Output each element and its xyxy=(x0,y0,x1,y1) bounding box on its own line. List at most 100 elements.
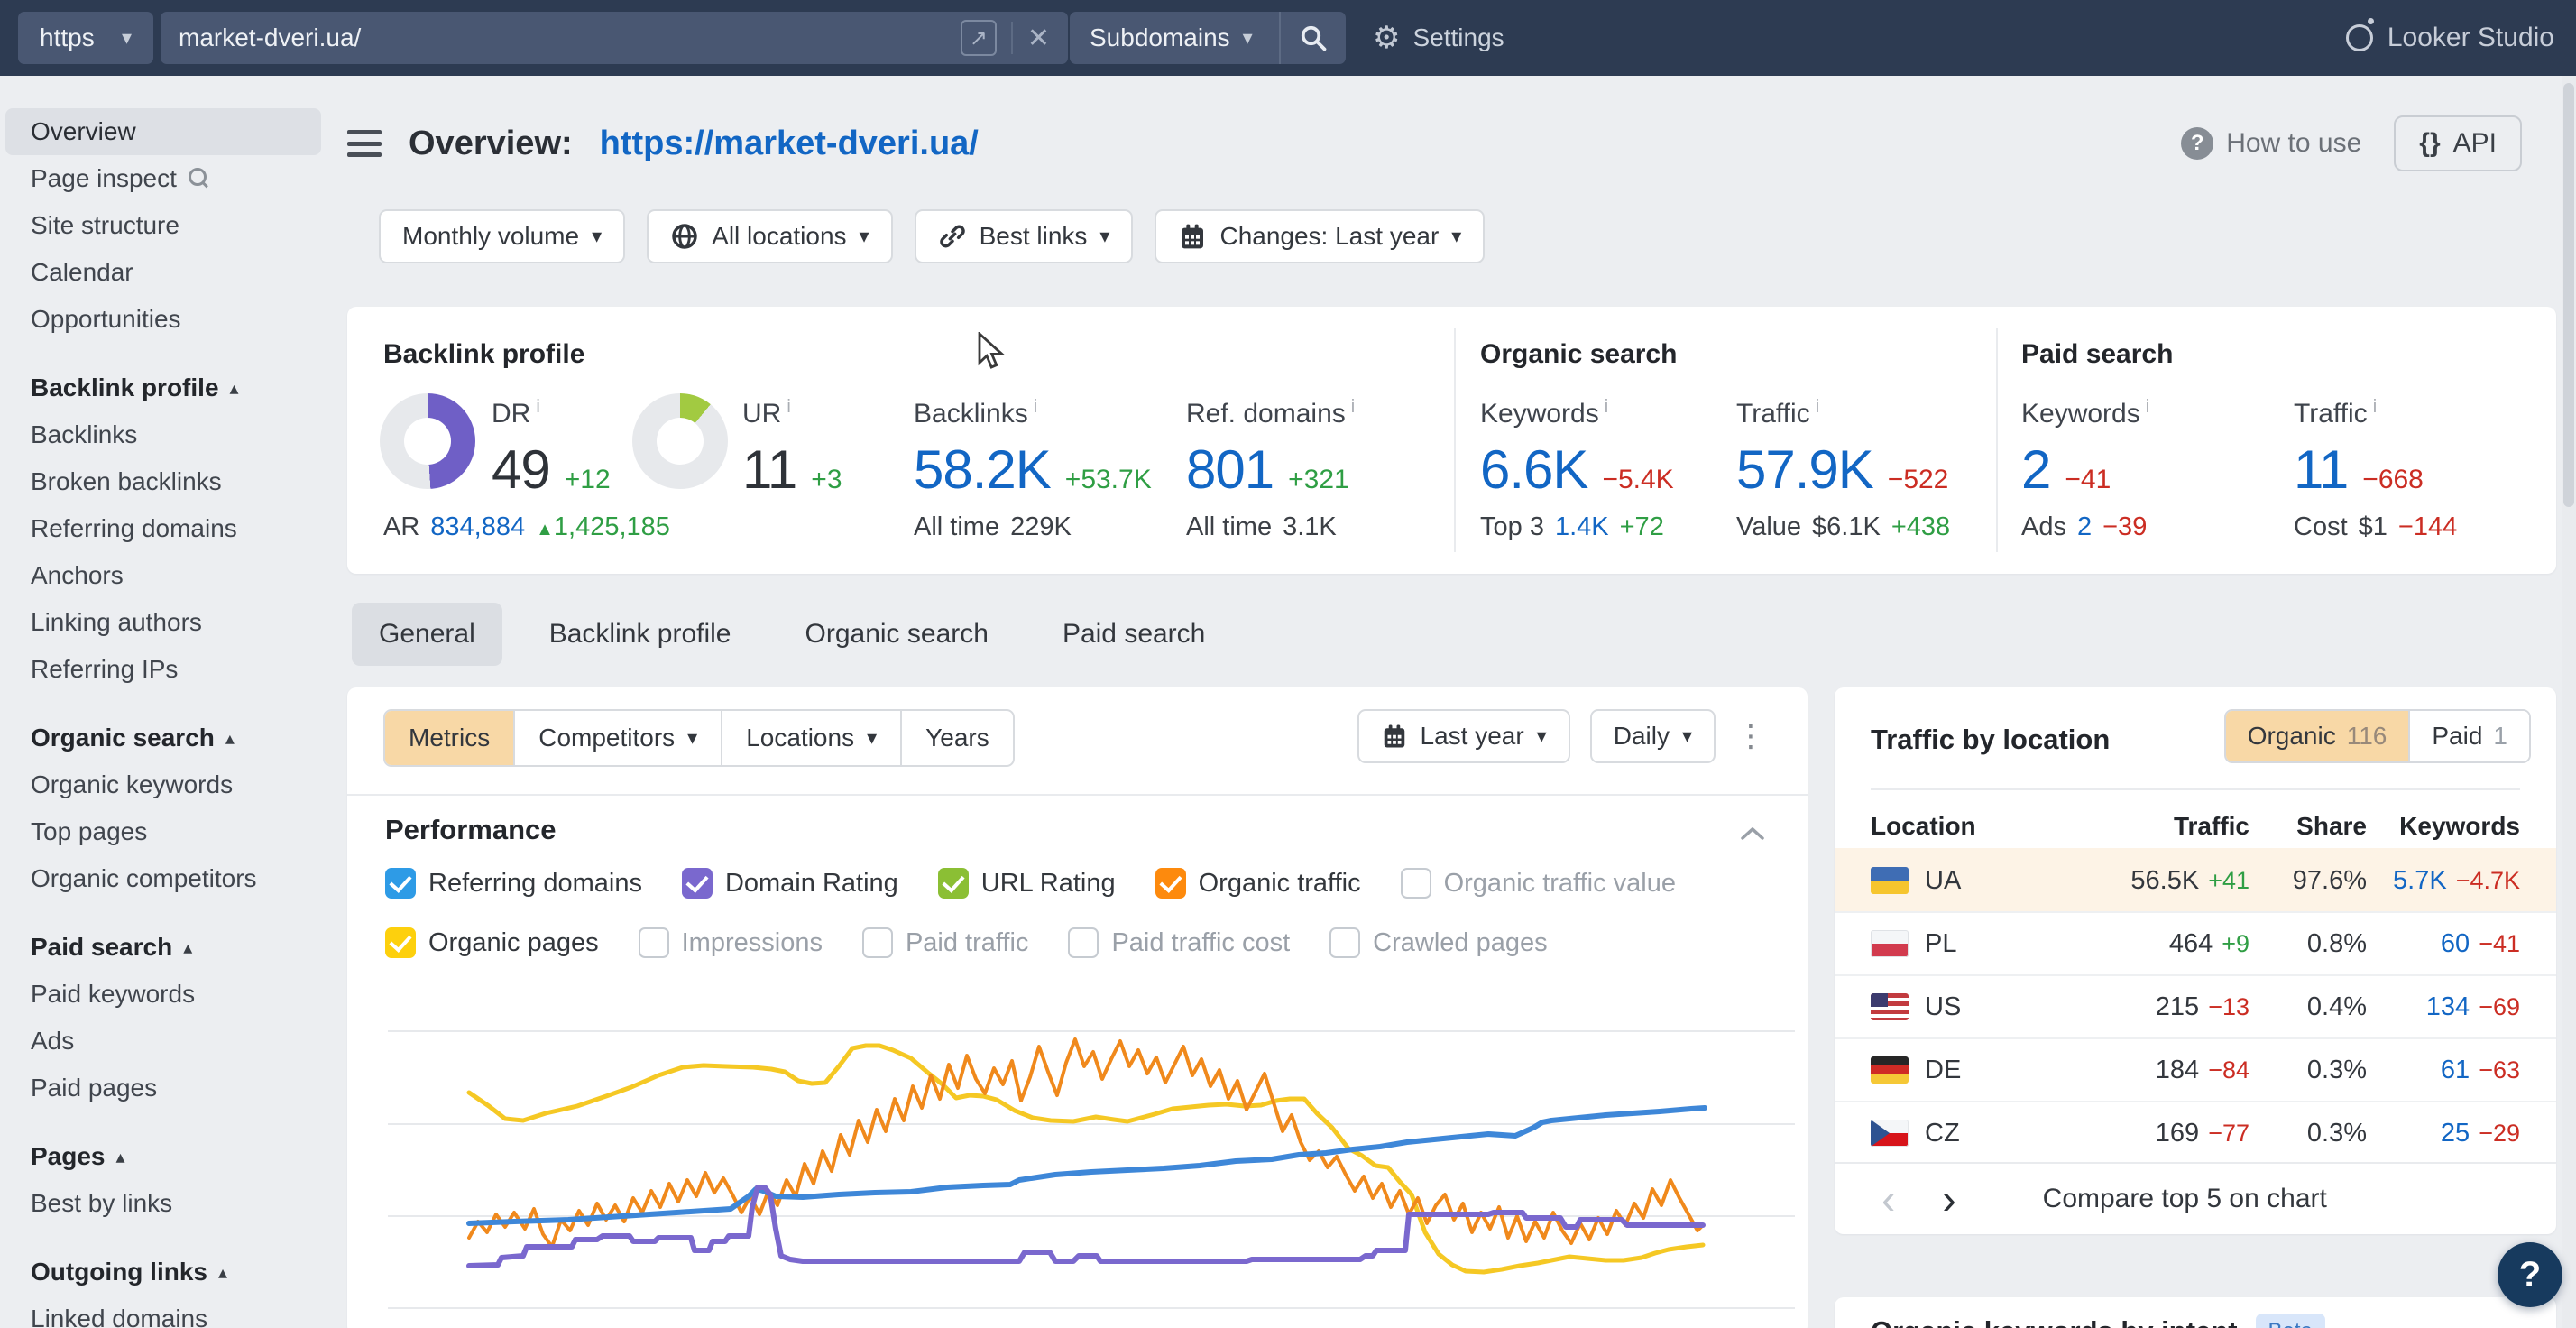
sidebar-item-site-structure[interactable]: Site structure xyxy=(5,202,321,249)
sidebar-item-paid-keywords[interactable]: Paid keywords xyxy=(5,971,321,1018)
api-button[interactable]: {} API xyxy=(2394,115,2522,171)
sidebar-section-outgoing-links[interactable]: Outgoing links▴ xyxy=(5,1249,321,1296)
keywords-link[interactable]: 5.7K xyxy=(2393,866,2447,895)
ads-value[interactable]: 2 xyxy=(2077,512,2092,542)
info-icon[interactable]: i xyxy=(1605,397,1608,417)
info-icon[interactable]: i xyxy=(787,397,790,417)
table-row[interactable]: UA 56.5K+41 97.6% 5.7K−4.7K xyxy=(1835,848,2556,911)
page-scrollbar[interactable] xyxy=(2562,76,2576,1328)
sidebar-item-organic-competitors[interactable]: Organic competitors xyxy=(5,855,321,902)
sidebar-item-organic-keywords[interactable]: Organic keywords xyxy=(5,761,321,808)
collapse-section-icon[interactable] xyxy=(1739,819,1766,848)
competitors-segment[interactable]: Competitors▾ xyxy=(513,711,721,765)
sidebar-item-overview[interactable]: Overview xyxy=(5,108,321,155)
how-to-use-button[interactable]: ? How to use xyxy=(2181,127,2361,160)
column-keywords[interactable]: Keywords xyxy=(2367,812,2520,841)
tab-general[interactable]: General xyxy=(352,603,502,666)
looker-studio-link[interactable]: Looker Studio xyxy=(2346,0,2554,76)
scrollbar-thumb[interactable] xyxy=(2563,83,2574,507)
target-url-link[interactable]: https://market-dveri.ua/ xyxy=(600,124,979,163)
sidebar-item-backlinks[interactable]: Backlinks xyxy=(5,411,321,458)
metric-checkbox-paid-traffic-cost[interactable]: Paid traffic cost xyxy=(1068,927,1290,958)
settings-button[interactable]: ⚙ Settings xyxy=(1373,0,1504,76)
metrics-segment[interactable]: Metrics xyxy=(385,711,513,765)
changes-filter-dropdown[interactable]: Changes: Last year▾ xyxy=(1155,209,1485,263)
sidebar-item-page-inspect[interactable]: Page inspect xyxy=(5,155,321,202)
sidebar-section-paid-search[interactable]: Paid search▴ xyxy=(5,924,321,971)
metric-checkbox-organic-traffic[interactable]: Organic traffic xyxy=(1155,868,1361,899)
info-icon[interactable]: i xyxy=(1816,397,1819,417)
metric-checkbox-referring-domains[interactable]: Referring domains xyxy=(385,868,642,899)
table-row[interactable]: PL 464+9 0.8% 60−41 xyxy=(1835,911,2556,974)
organic-traffic-value[interactable]: 57.9K xyxy=(1736,438,1873,501)
metric-checkbox-paid-traffic[interactable]: Paid traffic xyxy=(862,927,1028,958)
clear-icon[interactable]: ✕ xyxy=(1027,23,1050,54)
help-button[interactable]: ? xyxy=(2498,1242,2562,1307)
metric-checkbox-url-rating[interactable]: URL Rating xyxy=(938,868,1116,899)
sidebar-section-organic-search[interactable]: Organic search▴ xyxy=(5,715,321,761)
sidebar-item-ads[interactable]: Ads xyxy=(5,1018,321,1065)
organic-keywords-value[interactable]: 6.6K xyxy=(1480,438,1587,501)
ref-domains-value[interactable]: 801 xyxy=(1186,438,1274,501)
sidebar-item-calendar[interactable]: Calendar xyxy=(5,249,321,296)
backlinks-value[interactable]: 58.2K xyxy=(914,438,1051,501)
compare-top5-link[interactable]: Compare top 5 on chart xyxy=(2043,1184,2327,1214)
info-icon[interactable]: i xyxy=(1351,397,1355,417)
sidebar-section-pages[interactable]: Pages▴ xyxy=(5,1133,321,1180)
sidebar-item-top-pages[interactable]: Top pages xyxy=(5,808,321,855)
tab-backlink-profile[interactable]: Backlink profile xyxy=(522,603,759,666)
locations-segment[interactable]: Locations▾ xyxy=(721,711,900,765)
sidebar-item-linked-domains[interactable]: Linked domains xyxy=(5,1296,321,1328)
table-row[interactable]: US 215−13 0.4% 134−69 xyxy=(1835,974,2556,1038)
paid-keywords-value[interactable]: 2 xyxy=(2021,438,2050,501)
sidebar-item-broken-backlinks[interactable]: Broken backlinks xyxy=(5,458,321,505)
info-icon[interactable]: i xyxy=(536,397,539,417)
sidebar-item-best-by-links[interactable]: Best by links xyxy=(5,1180,321,1227)
volume-filter-dropdown[interactable]: Monthly volume▾ xyxy=(379,209,625,263)
keywords-link[interactable]: 134 xyxy=(2426,992,2470,1021)
column-location[interactable]: Location xyxy=(1871,812,2078,841)
metric-checkbox-organic-pages[interactable]: Organic pages xyxy=(385,927,599,958)
links-filter-dropdown[interactable]: Best links▾ xyxy=(915,209,1134,263)
sidebar-item-referring-domains[interactable]: Referring domains xyxy=(5,505,321,552)
date-range-dropdown[interactable]: Last year▾ xyxy=(1357,709,1570,763)
organic-toggle[interactable]: Organic116 xyxy=(2226,711,2409,761)
performance-line-chart[interactable] xyxy=(388,1019,1795,1328)
sidebar-item-linking-authors[interactable]: Linking authors xyxy=(5,599,321,646)
tab-organic-search[interactable]: Organic search xyxy=(778,603,1016,666)
protocol-dropdown[interactable]: https ▾ xyxy=(18,12,153,64)
keywords-link[interactable]: 60 xyxy=(2441,929,2470,958)
search-button[interactable] xyxy=(1279,12,1346,64)
paid-toggle[interactable]: Paid1 xyxy=(2408,711,2529,761)
paid-traffic-value[interactable]: 11 xyxy=(2294,438,2348,501)
sidebar-item-anchors[interactable]: Anchors xyxy=(5,552,321,599)
sidebar-item-paid-pages[interactable]: Paid pages xyxy=(5,1065,321,1111)
ar-value[interactable]: 834,884 xyxy=(430,512,525,542)
granularity-dropdown[interactable]: Daily▾ xyxy=(1590,709,1716,763)
keywords-link[interactable]: 25 xyxy=(2441,1119,2470,1148)
scope-dropdown[interactable]: Subdomains ▾ xyxy=(1070,23,1279,52)
metric-checkbox-crawled-pages[interactable]: Crawled pages xyxy=(1329,927,1547,958)
top3-value[interactable]: 1.4K xyxy=(1555,512,1609,542)
table-row[interactable]: CZ 169−77 0.3% 25−29 xyxy=(1835,1101,2556,1164)
metric-checkbox-impressions[interactable]: Impressions xyxy=(639,927,823,958)
open-external-icon[interactable]: ↗ xyxy=(961,20,997,56)
info-icon[interactable]: i xyxy=(1034,397,1037,417)
metric-checkbox-domain-rating[interactable]: Domain Rating xyxy=(682,868,898,899)
tab-paid-search[interactable]: Paid search xyxy=(1035,603,1232,666)
sidebar-item-referring-ips[interactable]: Referring IPs xyxy=(5,646,321,693)
menu-icon[interactable] xyxy=(347,130,382,157)
more-options-icon[interactable]: ⋮ xyxy=(1735,721,1766,752)
metric-checkbox-organic-traffic-value[interactable]: Organic traffic value xyxy=(1401,868,1676,899)
column-traffic[interactable]: Traffic xyxy=(2078,812,2249,841)
sidebar-section-backlink-profile[interactable]: Backlink profile▴ xyxy=(5,364,321,411)
sidebar-item-opportunities[interactable]: Opportunities xyxy=(5,296,321,343)
column-share[interactable]: Share xyxy=(2249,812,2367,841)
years-segment[interactable]: Years xyxy=(900,711,1013,765)
table-row[interactable]: DE 184−84 0.3% 61−63 xyxy=(1835,1038,2556,1101)
url-input[interactable]: market-dveri.ua/ ↗ ✕ xyxy=(161,12,1068,64)
info-icon[interactable]: i xyxy=(2146,397,2149,417)
info-icon[interactable]: i xyxy=(2373,397,2377,417)
prev-page-icon[interactable]: ‹ xyxy=(1858,1178,1918,1220)
next-page-icon[interactable]: › xyxy=(1918,1178,1979,1220)
